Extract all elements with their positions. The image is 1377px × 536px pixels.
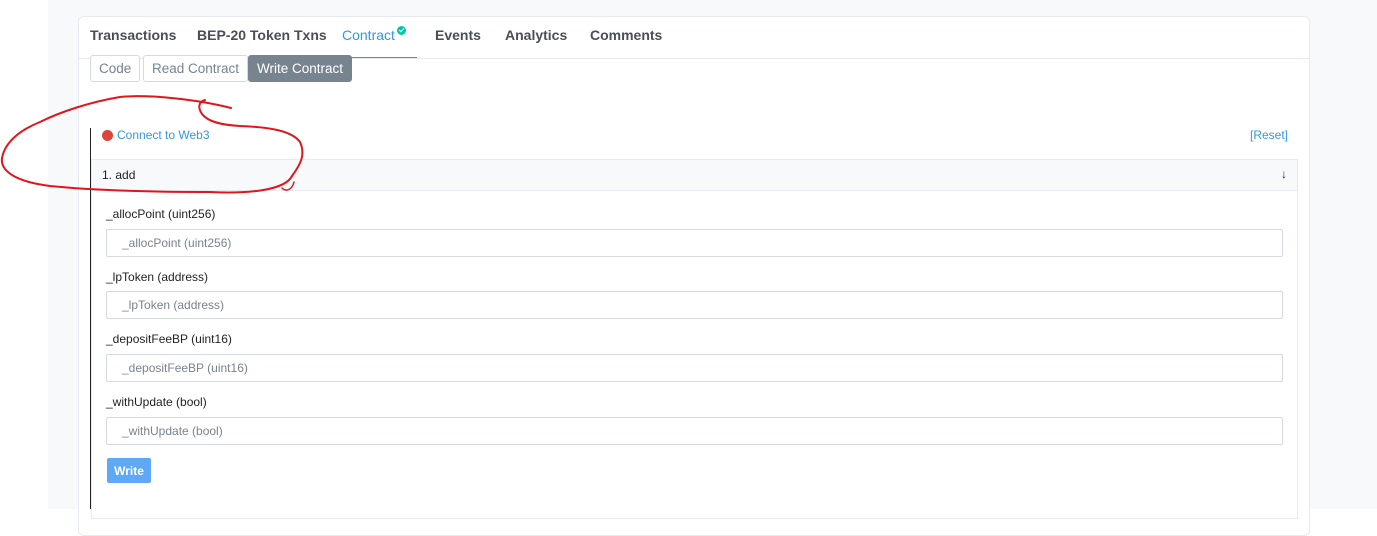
function-header-add[interactable]: 1. add ↓ — [92, 160, 1297, 191]
tab-transactions[interactable]: Transactions — [90, 17, 176, 58]
connect-web3-label: Connect to Web3 — [117, 128, 210, 142]
arrow-down-icon: ↓ — [1281, 167, 1287, 181]
with-update-input[interactable] — [106, 417, 1283, 445]
function-panel-add: 1. add ↓ — [91, 159, 1298, 519]
write-contract-button[interactable]: Write Contract — [248, 55, 353, 82]
tab-contract-label: Contract — [342, 27, 395, 43]
verified-check-icon — [396, 26, 406, 35]
tab-transactions-label: Transactions — [90, 27, 177, 43]
tab-analytics-label: Analytics — [505, 27, 568, 43]
tab-token-txns-label: BEP-20 Token Txns — [197, 27, 327, 43]
alloc-point-input[interactable] — [106, 229, 1283, 257]
tab-events[interactable]: Events — [435, 17, 481, 58]
function-title: 1. add — [102, 168, 136, 182]
tab-analytics[interactable]: Analytics — [505, 17, 567, 58]
deposit-fee-label: _depositFeeBP (uint16) — [106, 332, 232, 346]
write-button[interactable]: Write — [107, 458, 151, 483]
tab-bar: Transactions BEP-20 Token Txns Contract … — [79, 17, 1309, 59]
code-button[interactable]: Code — [90, 55, 141, 82]
code-button-label: Code — [99, 61, 132, 76]
read-contract-button-label: Read Contract — [152, 61, 240, 76]
deposit-fee-input[interactable] — [106, 354, 1283, 382]
reset-link[interactable]: [Reset] — [1250, 128, 1288, 142]
tab-comments[interactable]: Comments — [590, 17, 662, 58]
tab-events-label: Events — [435, 27, 481, 43]
disconnected-status-icon — [102, 130, 113, 141]
read-contract-button[interactable]: Read Contract — [143, 55, 249, 82]
tab-token-txns[interactable]: BEP-20 Token Txns — [197, 17, 327, 58]
with-update-label: _withUpdate (bool) — [106, 395, 207, 409]
lp-token-input[interactable] — [106, 291, 1283, 319]
tab-comments-label: Comments — [590, 27, 663, 43]
write-contract-button-label: Write Contract — [257, 61, 344, 76]
connect-web3-link[interactable]: Connect to Web3 — [102, 128, 210, 142]
alloc-point-label: _allocPoint (uint256) — [106, 207, 216, 221]
lp-token-label: _lpToken (address) — [106, 270, 209, 284]
tab-contract[interactable]: Contract — [331, 17, 417, 58]
